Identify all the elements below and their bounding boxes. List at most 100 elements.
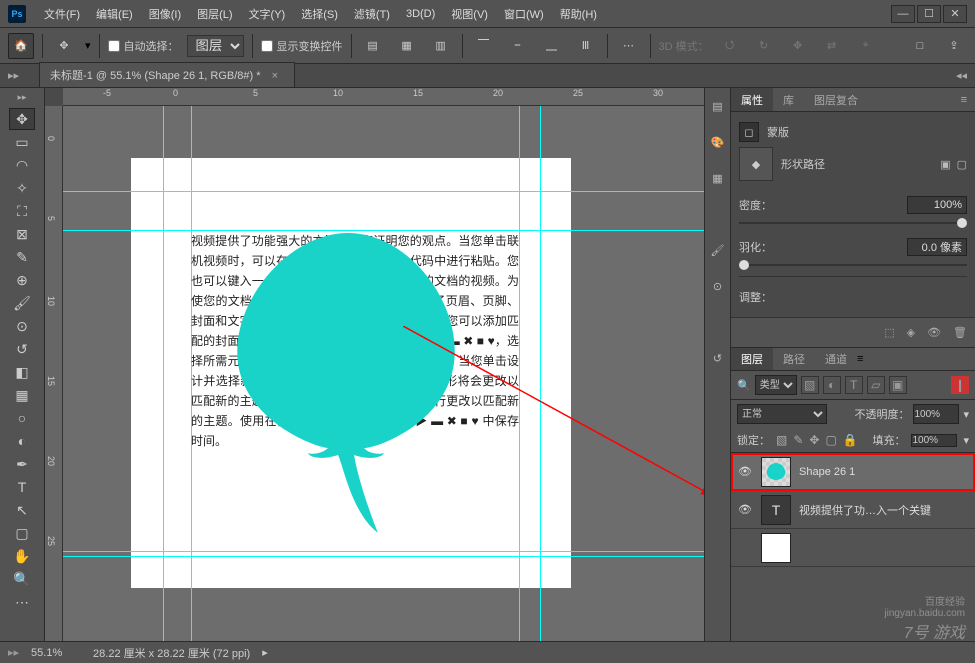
fill-input[interactable] — [911, 434, 957, 447]
more-options-icon[interactable]: ⋯ — [616, 33, 642, 59]
menu-help[interactable]: 帮助(H) — [552, 6, 605, 22]
dock-history-icon[interactable]: ↺ — [708, 348, 728, 368]
home-icon[interactable]: 🏠 — [8, 33, 34, 59]
show-transform-checkbox[interactable]: 显示变换控件 — [261, 38, 343, 54]
zoom-tool[interactable]: 🔍 — [9, 568, 35, 590]
menu-file[interactable]: 文件(F) — [36, 6, 88, 22]
toolbox-expand[interactable]: ▸▸ — [17, 92, 26, 103]
mask-thumb[interactable]: ◻ — [739, 122, 759, 142]
guide-h4[interactable] — [63, 556, 704, 557]
dodge-tool[interactable]: ◐ — [9, 430, 35, 452]
guide-h3[interactable] — [63, 551, 704, 552]
filter-pixel-icon[interactable]: ▧ — [801, 376, 819, 394]
layer-text[interactable]: 👁 T 视频提供了功…入一个关键 — [731, 491, 975, 529]
path-select-tool[interactable]: ↖ — [9, 499, 35, 521]
guide-v3[interactable] — [519, 106, 520, 641]
filter-shape-icon[interactable]: ▱ — [867, 376, 885, 394]
guide-v4[interactable] — [540, 106, 541, 641]
shape-path-thumb[interactable]: ◆ — [739, 147, 773, 181]
mask-vector-icon[interactable]: ▢ — [957, 158, 967, 171]
healing-tool[interactable]: ⊕ — [9, 269, 35, 291]
search-icon[interactable]: □ — [907, 33, 933, 59]
auto-select-checkbox[interactable]: 自动选择： — [108, 38, 179, 54]
guide-v1[interactable] — [163, 106, 164, 641]
close-button[interactable]: ✕ — [943, 5, 967, 23]
gradient-tool[interactable]: ▦ — [9, 384, 35, 406]
eraser-tool[interactable]: ◧ — [9, 361, 35, 383]
tab-properties[interactable]: 属性 — [731, 88, 773, 111]
eyedropper-tool[interactable]: ✎ — [9, 246, 35, 268]
edit-toolbar[interactable]: ⋯ — [9, 591, 35, 613]
ruler-vertical[interactable]: 0 5 10 15 20 25 — [45, 106, 63, 641]
canvas-bg[interactable]: 视频提供了功能强大的方法帮助您证明您的观点。当您单击联机视频时，可以在想要添加的… — [63, 106, 704, 641]
layers-menu-icon[interactable]: ≡ — [857, 353, 863, 365]
menu-filter[interactable]: 滤镜(T) — [346, 6, 398, 22]
tab-channels[interactable]: 通道 — [815, 348, 857, 370]
align-left-icon[interactable]: ▤ — [360, 33, 386, 59]
menu-select[interactable]: 选择(S) — [293, 6, 346, 22]
align-center-icon[interactable]: ▦ — [394, 33, 420, 59]
dock-swatches-icon[interactable]: 🎨 — [708, 132, 728, 152]
marquee-tool[interactable]: ▭ — [9, 131, 35, 153]
menu-layer[interactable]: 图层(L) — [189, 6, 240, 22]
mask-pixel-icon[interactable]: ▣ — [940, 158, 950, 171]
layer-visibility-icon[interactable]: 👁 — [737, 503, 753, 516]
maximize-button[interactable]: ☐ — [917, 5, 941, 23]
frame-tool[interactable]: ⊠ — [9, 223, 35, 245]
blend-mode-dropdown[interactable]: 正常 — [737, 404, 827, 424]
feather-slider[interactable] — [739, 264, 967, 266]
lock-all-icon[interactable]: 🔒 — [843, 433, 858, 447]
clone-tool[interactable]: ⊙ — [9, 315, 35, 337]
menu-edit[interactable]: 编辑(E) — [88, 6, 141, 22]
layer-shape-26-1[interactable]: 👁 Shape 26 1 — [731, 453, 975, 491]
history-brush-tool[interactable]: ↺ — [9, 338, 35, 360]
filter-text-icon[interactable]: T — [845, 376, 863, 394]
distribute-icon[interactable]: Ⅲ — [573, 33, 599, 59]
pen-tool[interactable]: ✒ — [9, 453, 35, 475]
lock-brush-icon[interactable]: ✎ — [793, 433, 803, 447]
tab-layers[interactable]: 图层 — [731, 348, 773, 370]
menu-image[interactable]: 图像(I) — [141, 6, 189, 22]
density-slider[interactable] — [739, 222, 967, 224]
lasso-tool[interactable]: ◠ — [9, 154, 35, 176]
filter-toggle-icon[interactable]: ❙ — [951, 376, 969, 394]
document-tab[interactable]: 未标题-1 @ 55.1% (Shape 26 1, RGB/8#) * × — [39, 62, 295, 87]
brush-tool[interactable]: 🖌 — [9, 292, 35, 314]
crop-tool[interactable]: ⛶ — [9, 200, 35, 222]
align-middle-icon[interactable]: ⎯ — [505, 33, 531, 59]
shape-tool[interactable]: ▢ — [9, 522, 35, 544]
layer-background[interactable]: 👁 — [731, 529, 975, 567]
document-dimensions[interactable]: 28.22 厘米 x 28.22 厘米 (72 ppi) — [93, 645, 250, 661]
hand-tool[interactable]: ✋ — [9, 545, 35, 567]
dock-libraries-icon[interactable]: ▦ — [708, 168, 728, 188]
move-tool-icon[interactable]: ✥ — [51, 33, 77, 59]
lock-artboard-icon[interactable]: ▢ — [825, 433, 836, 447]
minimize-button[interactable]: — — [891, 5, 915, 23]
type-tool[interactable]: T — [9, 476, 35, 498]
filter-smart-icon[interactable]: ▣ — [889, 376, 907, 394]
expand-panels-icon[interactable]: ◂◂ — [956, 69, 967, 82]
mask-disable-icon[interactable]: 👁 — [927, 326, 941, 339]
move-tool[interactable]: ✥ — [9, 108, 35, 130]
tab-layer-comps[interactable]: 图层复合 — [804, 88, 868, 111]
magic-wand-tool[interactable]: ✧ — [9, 177, 35, 199]
menu-window[interactable]: 窗口(W) — [496, 6, 552, 22]
align-right-icon[interactable]: ▥ — [428, 33, 454, 59]
layer-visibility-icon[interactable]: 👁 — [737, 465, 753, 478]
ruler-horizontal[interactable]: -5 0 5 10 15 20 25 30 — [63, 88, 704, 106]
blur-tool[interactable]: ○ — [9, 407, 35, 429]
density-input[interactable] — [907, 196, 967, 214]
lock-position-icon[interactable]: ✥ — [809, 433, 819, 447]
tab-library[interactable]: 库 — [773, 88, 804, 111]
guide-h1[interactable] — [63, 191, 704, 192]
zoom-level[interactable]: 55.1% — [31, 647, 81, 659]
dock-brush-icon[interactable]: 🖌 — [708, 240, 728, 260]
mask-load-selection-icon[interactable]: ⬚ — [884, 326, 894, 339]
auto-select-dropdown[interactable]: 图层 — [187, 35, 244, 57]
mask-delete-icon[interactable]: 🗑 — [953, 326, 967, 339]
filter-adjust-icon[interactable]: ◐ — [823, 376, 841, 394]
align-bottom-icon[interactable]: ⎽ — [539, 33, 565, 59]
menu-view[interactable]: 视图(V) — [443, 6, 496, 22]
expand-toolbar-icon[interactable]: ▸▸ — [8, 69, 19, 82]
menu-3d[interactable]: 3D(D) — [398, 8, 443, 20]
